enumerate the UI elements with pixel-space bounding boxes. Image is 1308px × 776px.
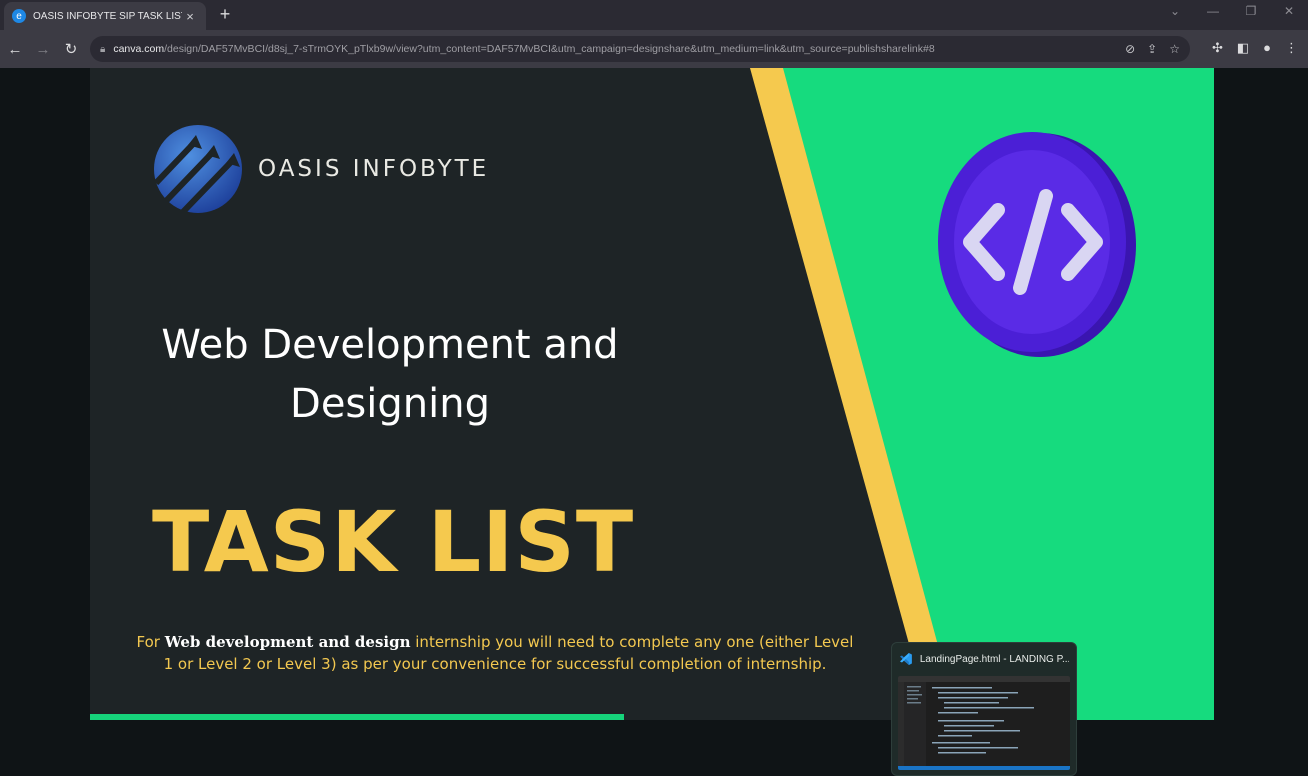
- minimize-icon[interactable]: —: [1204, 4, 1222, 18]
- slide-description: For Web development and design internshi…: [130, 631, 860, 675]
- arrows-logo-icon: [153, 125, 242, 215]
- profile-icon[interactable]: ●: [1263, 40, 1271, 56]
- slide-heading: Web Development and Designing: [161, 322, 619, 427]
- preview-window-content: [898, 676, 1070, 770]
- restore-icon[interactable]: ❐: [1242, 4, 1260, 18]
- url-path: /design/DAF57MvBCI/d8sj_7-sTrmOYK_pTlxb9…: [164, 43, 935, 55]
- code-editor-preview-icon: [898, 676, 1070, 770]
- lock-icon[interactable]: 🔒︎: [100, 44, 105, 55]
- menu-dots-icon[interactable]: ⋮: [1285, 40, 1298, 56]
- share-icon[interactable]: ⇪: [1147, 42, 1157, 56]
- preview-title: LandingPage.html - LANDING P...: [919, 653, 1069, 665]
- close-window-icon[interactable]: ✕: [1280, 4, 1298, 18]
- new-tab-button[interactable]: +: [214, 4, 236, 25]
- extension-icons: ✣ ◧ ● ⋮: [1212, 40, 1298, 56]
- oasis-logo: OASIS INFOBYTE: [152, 123, 489, 215]
- back-arrow-icon[interactable]: ←: [2, 41, 28, 58]
- vscode-icon: [899, 653, 912, 665]
- preview-header: LandingPage.html - LANDING P...: [892, 643, 1076, 675]
- browser-tabstrip: e OASIS INFOBYTE SIP TASK LIST × + ⌄ — ❐…: [0, 0, 1308, 30]
- task-list-title: TASK LIST: [152, 493, 635, 591]
- eye-slash-icon[interactable]: ⊘: [1125, 42, 1135, 56]
- browser-toolbar: ← → ↻ 🔒︎ canva.com/design/DAF57MvBCI/d8s…: [0, 30, 1308, 68]
- address-bar[interactable]: 🔒︎ canva.com/design/DAF57MvBCI/d8sj_7-sT…: [90, 36, 1190, 62]
- logo-text: OASIS INFOBYTE: [258, 156, 490, 182]
- close-icon[interactable]: ×: [182, 9, 198, 24]
- chevron-down-icon[interactable]: ⌄: [1166, 4, 1184, 18]
- desc-bold: Web development and design: [164, 633, 411, 651]
- omnibox-actions: ⊘ ⇪ ☆: [1125, 42, 1180, 56]
- tab-title: OASIS INFOBYTE SIP TASK LIST: [33, 10, 182, 22]
- vscode-taskbar-preview[interactable]: LandingPage.html - LANDING P...: [891, 642, 1077, 776]
- star-icon[interactable]: ☆: [1169, 42, 1180, 56]
- slide-progress-bar: [90, 714, 624, 720]
- window-controls: ⌄ — ❐ ✕: [1166, 4, 1298, 18]
- page-viewport: OASIS INFOBYTE Web Development and Desig…: [0, 68, 1308, 776]
- edge-favicon-icon: e: [12, 9, 26, 23]
- reload-icon[interactable]: ↻: [58, 40, 84, 58]
- url-text[interactable]: canva.com/design/DAF57MvBCI/d8sj_7-sTrmO…: [113, 43, 1125, 55]
- forward-arrow-icon[interactable]: →: [30, 41, 56, 58]
- url-host: canva.com: [113, 43, 165, 55]
- tab-active[interactable]: e OASIS INFOBYTE SIP TASK LIST ×: [4, 2, 206, 30]
- desc-prefix: For: [136, 633, 165, 651]
- canva-slide: OASIS INFOBYTE Web Development and Desig…: [90, 68, 1214, 720]
- puzzle-icon[interactable]: ✣: [1212, 40, 1223, 56]
- code-coin-icon: [938, 132, 1136, 357]
- side-panel-icon[interactable]: ◧: [1237, 40, 1249, 56]
